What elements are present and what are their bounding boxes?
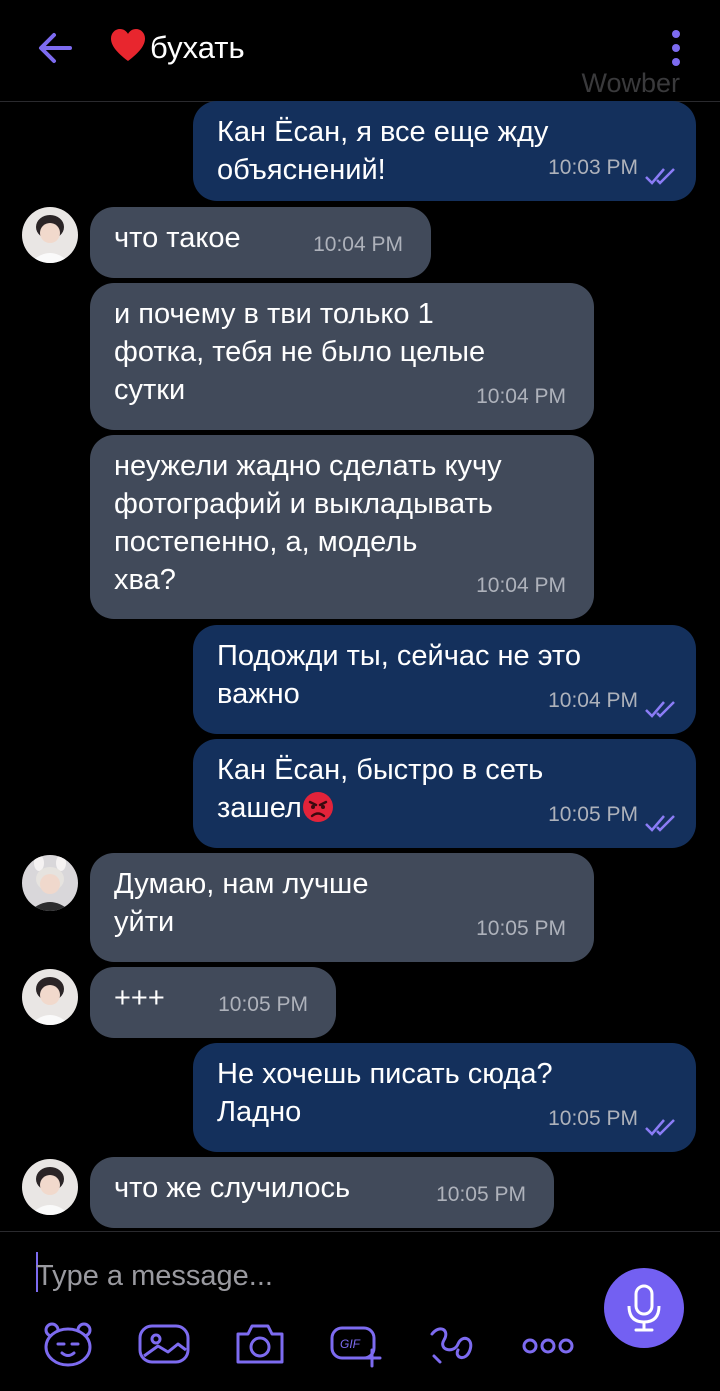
chat-title-text: бухать [150,30,245,65]
message-time: 10:05 PM [218,993,308,1016]
message-text: Кан Ёсан, я все еще жду объяснений! [217,116,549,186]
message-incoming[interactable]: неужели жадно сделать кучу фотографий и … [90,435,594,619]
message-incoming[interactable]: Думаю, нам лучше уйти 10:05 PM [90,853,594,962]
sticker-icon[interactable] [40,1320,96,1368]
microphone-icon [627,1284,661,1332]
message-incoming[interactable]: что такое 10:04 PM [90,207,431,278]
message-incoming[interactable]: что же случилось 10:05 PM [90,1157,554,1228]
message-text: Думаю, нам лучше уйти [114,868,369,938]
message-time: 10:04 PM [476,574,566,597]
message-incoming[interactable]: и почему в тви только 1 фотка, тебя не б… [90,283,594,430]
avatar[interactable] [22,207,78,263]
message-time: 10:05 PM [548,1107,638,1130]
message-text: Кан Ёсан, быстро в сеть зашел [217,751,543,827]
angry-face-icon [302,792,333,822]
svg-text:GIF: GIF [340,1337,361,1351]
doodle-icon[interactable] [424,1320,480,1368]
read-ticks-icon [645,815,675,832]
message-text-content: Кан Ёсан, быстро в сеть зашел [217,754,544,824]
message-outgoing[interactable]: Подожди ты, сейчас не это важно 10:04 PM [193,625,696,734]
message-composer: Type a message... GIF [0,1231,720,1391]
message-time: 10:04 PM [313,233,403,256]
heart-icon [111,29,145,61]
message-time: 10:04 PM [476,385,566,408]
message-text: и почему в тви только 1 фотка, тебя не б… [114,298,486,406]
gallery-icon[interactable] [136,1320,192,1368]
read-ticks-icon [645,1119,675,1136]
voice-message-button[interactable] [604,1268,684,1348]
camera-icon[interactable] [232,1320,288,1368]
watermark: Wowber [581,68,680,98]
message-time: 10:03 PM [548,156,638,179]
message-time: 10:04 PM [548,689,638,712]
message-time: 10:05 PM [548,803,638,826]
message-outgoing[interactable]: Кан Ёсан, быстро в сеть зашел 10:05 PM [193,739,696,848]
message-input[interactable]: Type a message... [36,1254,556,1298]
message-text: Не хочешь писать сюда? Ладно [217,1058,553,1128]
chat-title[interactable]: бухать [110,26,245,70]
message-incoming[interactable]: +++ 10:05 PM [90,967,336,1038]
more-icon[interactable] [520,1320,576,1368]
message-outgoing[interactable]: Не хочешь писать сюда? Ладно 10:05 PM [193,1043,696,1152]
message-text: что же случилось [114,1172,351,1204]
chat-header: бухать Wowber [0,0,720,102]
message-outgoing[interactable]: Кан Ёсан, я все еще жду объяснений! 10:0… [193,101,696,201]
avatar[interactable] [22,1159,78,1215]
gif-icon[interactable]: GIF [328,1320,384,1368]
message-text: +++ [114,982,165,1014]
message-text: что такое [114,222,241,254]
message-text: Подожди ты, сейчас не это важно [217,640,581,710]
message-time: 10:05 PM [436,1183,526,1206]
avatar[interactable] [22,969,78,1025]
message-time: 10:05 PM [476,917,566,940]
back-arrow-icon[interactable] [34,26,78,70]
read-ticks-icon [645,701,675,718]
avatar[interactable] [22,855,78,911]
more-options-icon[interactable] [664,26,688,70]
message-text: неужели жадно сделать кучу фотографий и … [114,450,502,596]
read-ticks-icon [645,168,675,185]
